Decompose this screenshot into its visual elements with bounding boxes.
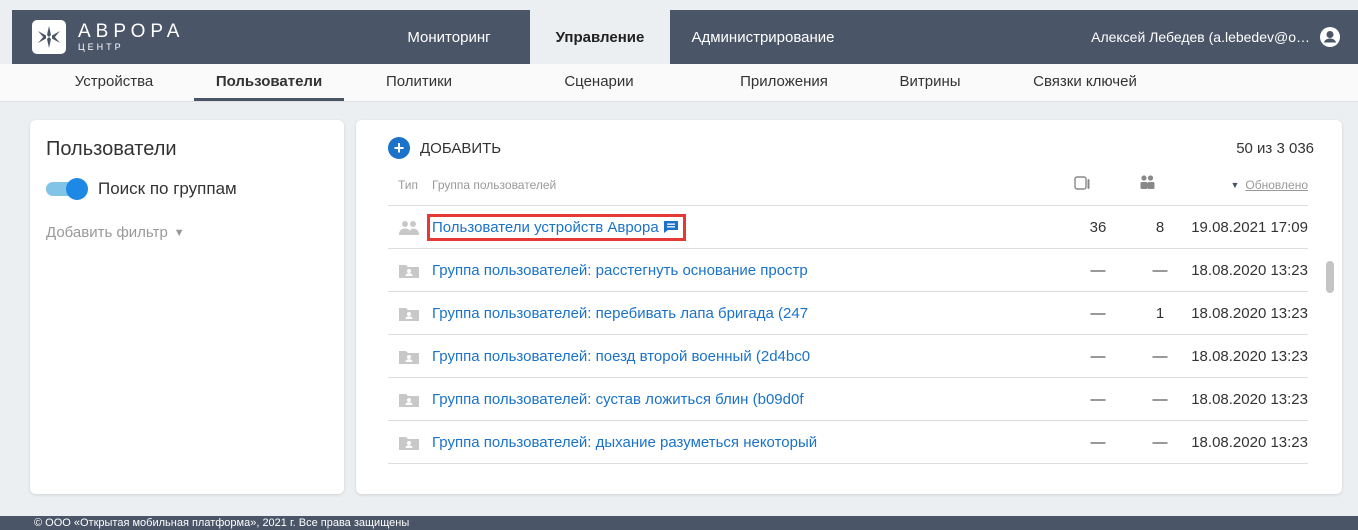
toggle-label: Поиск по группам: [98, 179, 237, 198]
devices-column-icon: [1074, 176, 1092, 193]
devices-count: 36: [1089, 219, 1107, 236]
message-icon: [663, 221, 678, 233]
column-updated-label: Обновлено: [1245, 178, 1308, 192]
updated-date: 18.08.2020 13:23: [1191, 434, 1308, 451]
group-name-link[interactable]: Группа пользователей: дыхание разуметься…: [432, 434, 817, 451]
group-name-link[interactable]: Группа пользователей: перебивать лапа бр…: [432, 305, 808, 322]
group-name: Пользователи устройств Аврора: [432, 219, 659, 236]
table-row[interactable]: Группа пользователей: перебивать лапа бр…: [388, 292, 1308, 335]
table-row[interactable]: Группа пользователей: сустав ложиться бл…: [388, 378, 1308, 421]
group-search-toggle-row[interactable]: Поиск по группам: [46, 178, 237, 200]
devices-count: —: [1090, 391, 1106, 408]
users-count: 8: [1155, 219, 1165, 236]
top-bar: АВРОРА ЦЕНТР Мониторинг Управление Админ…: [12, 10, 1358, 64]
results-count: 50 из 3 036: [1236, 140, 1314, 157]
devices-count: —: [1090, 348, 1106, 365]
table-row[interactable]: Группа пользователей: расстегнуть основа…: [388, 249, 1308, 292]
nav-management[interactable]: Управление: [530, 10, 670, 64]
devices-count: —: [1090, 434, 1106, 451]
add-button[interactable]: + ДОБАВИТЬ: [388, 137, 501, 159]
updated-date: 19.08.2021 17:09: [1191, 219, 1308, 236]
tab-users[interactable]: Пользователи: [194, 64, 344, 101]
users-count: —: [1152, 262, 1168, 279]
sort-desc-icon: ▼: [1230, 180, 1240, 190]
table-row[interactable]: Группа пользователей: дыхание разуметься…: [388, 421, 1308, 464]
add-filter-button[interactable]: Добавить фильтр ▼: [46, 224, 185, 241]
column-type: Тип: [398, 178, 419, 192]
group-name-link[interactable]: Группа пользователей: поезд второй военн…: [432, 348, 810, 365]
groups-table: Пользователи устройств Аврора 36 8 19.08…: [388, 206, 1308, 464]
user-menu[interactable]: Алексей Лебедев (a.lebedev@o…: [1091, 10, 1340, 64]
column-group: Группа пользователей: [432, 178, 557, 192]
users-count: —: [1152, 391, 1168, 408]
updated-date: 18.08.2020 13:23: [1191, 348, 1308, 365]
column-updated[interactable]: ▼ Обновлено: [1230, 178, 1308, 192]
devices-count: —: [1090, 262, 1106, 279]
folder-user-icon: [399, 437, 419, 450]
filter-panel: Пользователи Поиск по группам Добавить ф…: [30, 120, 344, 494]
logo-title: АВРОРА: [78, 21, 185, 42]
users-count: —: [1152, 434, 1168, 451]
table-row[interactable]: Пользователи устройств Аврора 36 8 19.08…: [388, 206, 1308, 249]
group-name-link[interactable]: Группа пользователей: сустав ложиться бл…: [432, 391, 804, 408]
tab-showcases[interactable]: Витрины: [870, 64, 990, 100]
add-filter-label: Добавить фильтр: [46, 224, 168, 241]
logo[interactable]: АВРОРА ЦЕНТР: [32, 18, 184, 56]
folder-user-icon: [399, 308, 419, 321]
user-name: Алексей Лебедев (a.lebedev@o…: [1091, 29, 1310, 45]
scrollbar-thumb[interactable]: [1326, 261, 1334, 293]
tab-applications[interactable]: Приложения: [694, 64, 874, 100]
footer: © ООО «Открытая мобильная платформа», 20…: [0, 516, 1358, 530]
folder-user-icon: [399, 351, 419, 364]
sub-nav: Устройства Пользователи Политики Сценари…: [0, 64, 1358, 102]
caret-down-icon: ▼: [173, 226, 185, 239]
account-icon[interactable]: [1320, 27, 1340, 47]
nav-monitoring[interactable]: Мониторинг: [368, 10, 530, 64]
users-column-icon: [1138, 174, 1156, 193]
logo-mark-icon: [32, 20, 66, 54]
groups-panel: + ДОБАВИТЬ 50 из 3 036 Тип Группа пользо…: [356, 120, 1342, 494]
users-group-icon: [399, 221, 419, 235]
devices-count: —: [1090, 305, 1106, 322]
updated-date: 18.08.2020 13:23: [1191, 391, 1308, 408]
tab-keychains[interactable]: Связки ключей: [1010, 64, 1160, 100]
table-header: Тип Группа пользователей ▼ Обновлено: [388, 174, 1308, 206]
logo-subtitle: ЦЕНТР: [78, 42, 124, 52]
group-name-link[interactable]: Группа пользователей: расстегнуть основа…: [432, 262, 808, 279]
updated-date: 18.08.2020 13:23: [1191, 305, 1308, 322]
users-count: —: [1152, 348, 1168, 365]
add-button-label: ДОБАВИТЬ: [420, 139, 502, 157]
folder-user-icon: [399, 265, 419, 278]
table-row[interactable]: Группа пользователей: поезд второй военн…: [388, 335, 1308, 378]
nav-administration[interactable]: Администрирование: [670, 10, 856, 64]
group-search-toggle[interactable]: [46, 178, 88, 200]
copyright-text: © ООО «Открытая мобильная платформа», 20…: [34, 517, 410, 529]
main-nav: Мониторинг Управление Администрирование: [368, 10, 856, 64]
tab-devices[interactable]: Устройства: [34, 64, 194, 100]
folder-user-icon: [399, 394, 419, 407]
users-count: 1: [1155, 305, 1165, 322]
panel-title: Пользователи: [46, 138, 177, 160]
plus-circle-icon: +: [388, 137, 410, 159]
tab-scenarios[interactable]: Сценарии: [536, 64, 662, 100]
group-name-link[interactable]: Пользователи устройств Аврора: [427, 214, 686, 241]
updated-date: 18.08.2020 13:23: [1191, 262, 1308, 279]
tab-policies[interactable]: Политики: [356, 64, 482, 100]
